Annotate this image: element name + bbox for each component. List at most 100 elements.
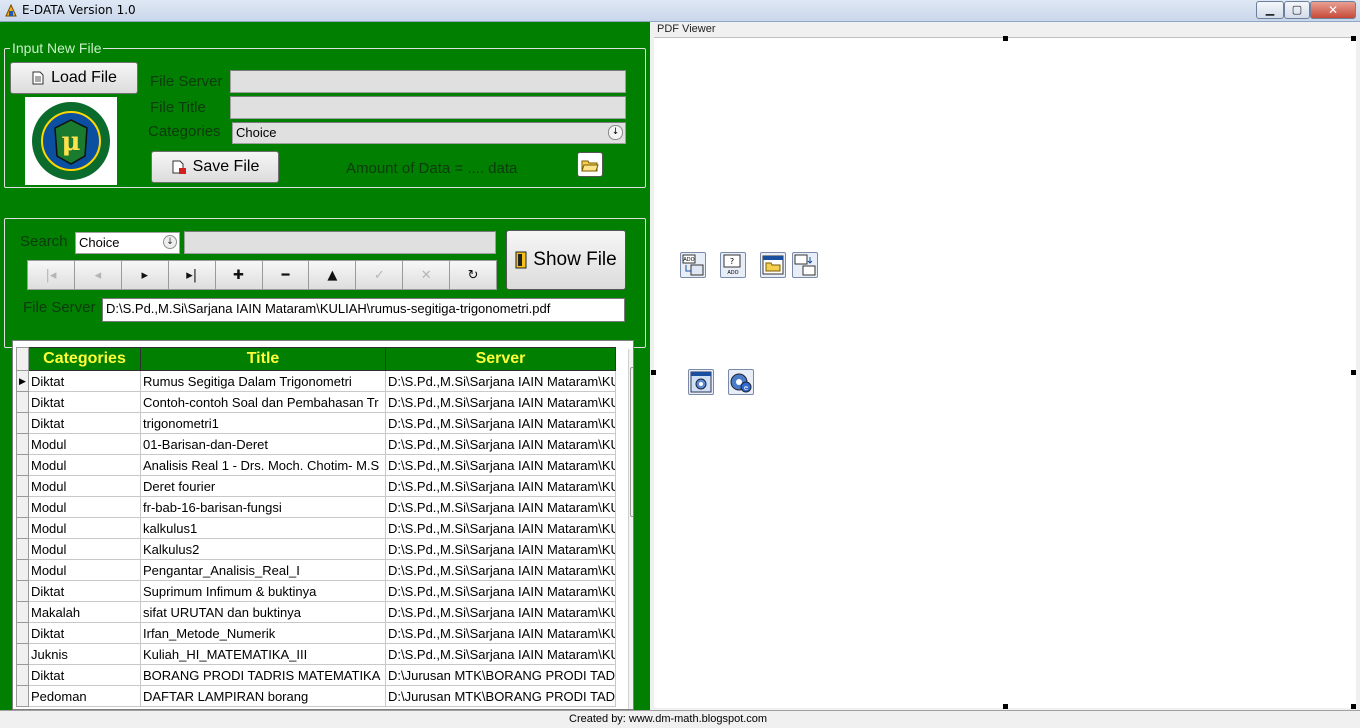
- table-row[interactable]: Modul 01-Barisan-dan-Deret D:\S.Pd.,M.Si\S…: [16, 433, 616, 455]
- row-indicator[interactable]: [16, 412, 29, 434]
- cell-category[interactable]: Makalah: [28, 601, 141, 623]
- column-header-categories[interactable]: Categories: [28, 347, 141, 371]
- table-row[interactable]: Diktat Irfan_Metode_Numerik D:\S.Pd.,M.Si\…: [16, 622, 616, 644]
- cell-title[interactable]: Contoh-contoh Soal dan Pembahasan Tr: [140, 391, 386, 413]
- table-row[interactable]: Juknis Kuliah_HI_MATEMATIKA_III D:\S.Pd.,M…: [16, 643, 616, 665]
- cell-title[interactable]: 01-Barisan-dan-Deret: [140, 433, 386, 455]
- cell-title[interactable]: Kuliah_HI_MATEMATIKA_III: [140, 643, 386, 665]
- title-bar[interactable]: E-DATA Version 1.0 ▁ ▢ ✕: [0, 0, 1360, 22]
- cell-server[interactable]: D:\S.Pd.,M.Si\Sarjana IAIN Mataram\KU: [385, 538, 616, 560]
- cell-category[interactable]: Pedoman: [28, 685, 141, 707]
- cell-category[interactable]: Modul: [28, 475, 141, 497]
- nav-prior-button[interactable]: ◂: [73, 260, 121, 290]
- cell-category[interactable]: Diktat: [28, 664, 141, 686]
- row-indicator[interactable]: [16, 685, 29, 707]
- cell-category[interactable]: Modul: [28, 454, 141, 476]
- cell-category[interactable]: Juknis: [28, 643, 141, 665]
- cell-category[interactable]: Diktat: [28, 391, 141, 413]
- cell-server[interactable]: D:\Jurusan MTK\BORANG PRODI TAD: [385, 685, 616, 707]
- nav-next-button[interactable]: ▸: [120, 260, 168, 290]
- resize-handle[interactable]: [1351, 370, 1356, 375]
- cell-server[interactable]: D:\S.Pd.,M.Si\Sarjana IAIN Mataram\KU: [385, 622, 616, 644]
- row-indicator[interactable]: [16, 454, 29, 476]
- save-file-button[interactable]: Save File: [151, 151, 279, 183]
- cell-category[interactable]: Modul: [28, 538, 141, 560]
- open-dialog-icon[interactable]: [760, 252, 786, 278]
- vertical-scrollbar[interactable]: ▲: [628, 349, 633, 709]
- cell-title[interactable]: DAFTAR LAMPIRAN borang: [140, 685, 386, 707]
- row-indicator[interactable]: [16, 580, 29, 602]
- data-grid[interactable]: Categories Title Server ▶ Diktat Rumus Seg…: [12, 340, 634, 710]
- row-indicator[interactable]: [16, 601, 29, 623]
- cell-category[interactable]: Diktat: [28, 412, 141, 434]
- table-row[interactable]: Modul Deret fourier D:\S.Pd.,M.Si\Sarjana …: [16, 475, 616, 497]
- nav-edit-button[interactable]: ▲: [308, 260, 356, 290]
- nav-last-button[interactable]: ▸|: [167, 260, 215, 290]
- cell-server[interactable]: D:\S.Pd.,M.Si\Sarjana IAIN Mataram\KU: [385, 601, 616, 623]
- column-header-server[interactable]: Server: [385, 347, 616, 371]
- cell-server[interactable]: D:\S.Pd.,M.Si\Sarjana IAIN Mataram\KU: [385, 475, 616, 497]
- table-row[interactable]: Modul Pengantar_Analisis_Real_I D:\S.Pd.,M…: [16, 559, 616, 581]
- cell-server[interactable]: D:\S.Pd.,M.Si\Sarjana IAIN Mataram\KU: [385, 580, 616, 602]
- browse-folder-button[interactable]: [577, 152, 603, 177]
- file-title-input[interactable]: [230, 96, 626, 119]
- table-row[interactable]: Modul Analisis Real 1 - Drs. Moch. Chotim…: [16, 454, 616, 476]
- table-row[interactable]: Makalah sifat URUTAN dan buktinya D:\S.Pd.…: [16, 601, 616, 623]
- maximize-button[interactable]: ▢: [1284, 1, 1310, 19]
- nav-first-button[interactable]: |◂: [27, 260, 74, 290]
- categories-select[interactable]: Choice ↓: [232, 122, 626, 144]
- chevron-down-icon[interactable]: ↓: [163, 235, 177, 249]
- row-indicator[interactable]: [16, 664, 29, 686]
- cell-server[interactable]: D:\S.Pd.,M.Si\Sarjana IAIN Mataram\KU: [385, 496, 616, 518]
- table-row[interactable]: Modul Kalkulus2 D:\S.Pd.,M.Si\Sarjana IAIN…: [16, 538, 616, 560]
- xp-manifest-icon[interactable]: e: [728, 369, 754, 395]
- row-indicator[interactable]: [16, 643, 29, 665]
- scroll-thumb[interactable]: [630, 367, 633, 517]
- cell-server[interactable]: D:\S.Pd.,M.Si\Sarjana IAIN Mataram\KU: [385, 517, 616, 539]
- file-server-input[interactable]: [230, 70, 626, 93]
- chevron-down-icon[interactable]: ↓: [608, 125, 623, 140]
- resize-handle[interactable]: [1351, 36, 1356, 41]
- cell-title[interactable]: Suprimum Infimum & buktinya: [140, 580, 386, 602]
- resize-handle[interactable]: [1351, 704, 1356, 709]
- resize-handle[interactable]: [651, 370, 656, 375]
- nav-post-button[interactable]: ✓: [355, 260, 403, 290]
- search-input[interactable]: [184, 231, 496, 254]
- cell-server[interactable]: D:\S.Pd.,M.Si\Sarjana IAIN Mataram\KU: [385, 412, 616, 434]
- row-indicator[interactable]: [16, 496, 29, 518]
- cell-server[interactable]: D:\S.Pd.,M.Si\Sarjana IAIN Mataram\KU: [385, 559, 616, 581]
- current-row-indicator-icon[interactable]: ▶: [16, 370, 29, 392]
- cell-title[interactable]: BORANG PRODI TADRIS MATEMATIKA: [140, 664, 386, 686]
- table-row[interactable]: Modul fr-bab-16-barisan-fungsi D:\S.Pd.,M.…: [16, 496, 616, 518]
- cell-title[interactable]: trigonometri1: [140, 412, 386, 434]
- cell-title[interactable]: Irfan_Metode_Numerik: [140, 622, 386, 644]
- table-row[interactable]: Diktat trigonometri1 D:\S.Pd.,M.Si\Sarjana…: [16, 412, 616, 434]
- data-transfer-icon[interactable]: [792, 252, 818, 278]
- resize-handle[interactable]: [1003, 36, 1008, 41]
- cell-server[interactable]: D:\S.Pd.,M.Si\Sarjana IAIN Mataram\KU: [385, 433, 616, 455]
- cell-category[interactable]: Modul: [28, 559, 141, 581]
- show-file-button[interactable]: Show File: [506, 230, 626, 290]
- cell-category[interactable]: Diktat: [28, 370, 141, 392]
- cell-title[interactable]: fr-bab-16-barisan-fungsi: [140, 496, 386, 518]
- table-row[interactable]: Pedoman DAFTAR LAMPIRAN borang D:\Jurusan …: [16, 685, 616, 707]
- cell-title[interactable]: Rumus Segitiga Dalam Trigonometri: [140, 370, 386, 392]
- load-file-button[interactable]: Load File: [10, 62, 138, 94]
- ado-query-icon[interactable]: ? ADO: [720, 252, 746, 278]
- table-row[interactable]: Diktat BORANG PRODI TADRIS MATEMATIKA D:\J…: [16, 664, 616, 686]
- row-indicator[interactable]: [16, 517, 29, 539]
- close-button[interactable]: ✕: [1310, 1, 1356, 19]
- cell-title[interactable]: sifat URUTAN dan buktinya: [140, 601, 386, 623]
- table-row[interactable]: ▶ Diktat Rumus Segitiga Dalam Trigonometri…: [16, 370, 616, 392]
- nav-refresh-button[interactable]: ↻: [449, 260, 498, 290]
- nav-delete-button[interactable]: ━: [261, 260, 309, 290]
- cell-category[interactable]: Diktat: [28, 622, 141, 644]
- row-indicator[interactable]: [16, 433, 29, 455]
- nav-insert-button[interactable]: ✚: [214, 260, 262, 290]
- resize-handle[interactable]: [1003, 704, 1008, 709]
- cell-category[interactable]: Modul: [28, 433, 141, 455]
- cell-category[interactable]: Diktat: [28, 580, 141, 602]
- scroll-up-arrow-icon[interactable]: ▲: [630, 349, 633, 365]
- cell-title[interactable]: Analisis Real 1 - Drs. Moch. Chotim- M.S: [140, 454, 386, 476]
- cell-server[interactable]: D:\Jurusan MTK\BORANG PRODI TAD: [385, 664, 616, 686]
